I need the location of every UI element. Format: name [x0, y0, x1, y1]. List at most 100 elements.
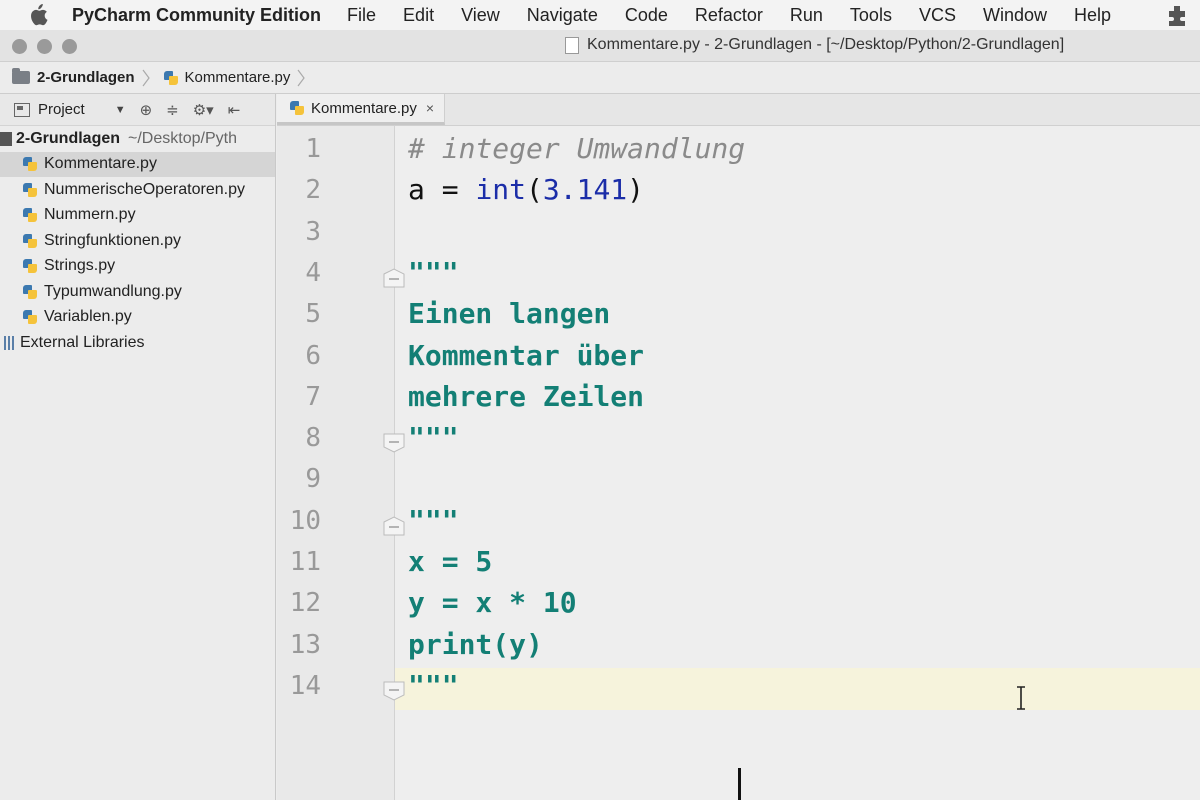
python-file-icon: [22, 233, 38, 249]
project-icon: [14, 102, 30, 117]
code-line: print(y): [408, 628, 543, 661]
file-tree-item[interactable]: NummerischeOperatoren.py: [0, 177, 275, 203]
line-number: 12: [289, 588, 321, 619]
file-tree-item[interactable]: Strings.py: [0, 254, 275, 280]
breadcrumb-project[interactable]: 2-Grundlagen: [0, 62, 141, 93]
file-tree-item[interactable]: Nummern.py: [0, 203, 275, 229]
menu-edit[interactable]: Edit: [403, 5, 434, 26]
line-number: 6: [305, 340, 321, 371]
line-number: 13: [289, 629, 321, 660]
fold-toggle-icon[interactable]: [383, 516, 405, 536]
editor-area: Kommentare.py × 1 2 3 4 5 6 7 8 9 10 11 12 13 14 # in…: [277, 94, 1200, 800]
code-line: x = 5: [408, 545, 492, 578]
ibeam-cursor-icon: [1017, 686, 1025, 710]
line-number: 14: [289, 670, 321, 701]
code-line: """: [408, 504, 459, 537]
menu-run[interactable]: Run: [790, 5, 823, 26]
menu-tools[interactable]: Tools: [850, 5, 892, 26]
python-file-icon: [22, 258, 38, 274]
line-number-gutter[interactable]: 1 2 3 4 5 6 7 8 9 10 11 12 13 14: [277, 126, 405, 800]
apple-icon[interactable]: [28, 4, 50, 26]
fold-toggle-icon[interactable]: [383, 433, 405, 453]
file-name: Kommentare.py: [44, 155, 157, 173]
python-file-icon: [22, 207, 38, 223]
python-file-icon: [22, 182, 38, 198]
editor-tabs: Kommentare.py ×: [277, 94, 1200, 126]
code-token: Einen langen: [408, 297, 611, 331]
close-icon[interactable]: ×: [426, 100, 434, 116]
line-number: 9: [305, 464, 321, 495]
gear-icon[interactable]: ⚙▾: [193, 101, 214, 119]
menu-bar: PyCharm Community Edition File Edit View…: [0, 0, 1200, 30]
menu-refactor[interactable]: Refactor: [695, 5, 763, 26]
code-line: Kommentar über: [408, 339, 644, 372]
line-number: 1: [305, 134, 321, 164]
folder-icon: [12, 68, 30, 84]
fold-toggle-icon[interactable]: [383, 268, 405, 288]
menu-code[interactable]: Code: [625, 5, 668, 26]
file-tree-item[interactable]: Variablen.py: [0, 305, 275, 331]
zoom-window-button[interactable]: [62, 39, 77, 54]
tab-label: Kommentare.py: [311, 99, 417, 117]
project-tool-window: Project ▼ ⊕ ≑ ⚙▾ ⇤ 2-Grundlagen ~/Deskto…: [0, 94, 276, 800]
project-root-name: 2-Grundlagen: [16, 129, 121, 147]
text-caret: [738, 768, 741, 800]
minimize-window-button[interactable]: [37, 39, 52, 54]
menu-navigate[interactable]: Navigate: [527, 5, 598, 26]
menu-window[interactable]: Window: [983, 5, 1047, 26]
menu-help[interactable]: Help: [1074, 5, 1111, 26]
code-token: Kommentar über: [408, 338, 645, 372]
file-icon: [565, 36, 579, 54]
window-title-text: Kommentare.py - 2-Grundlagen - [~/Deskto…: [587, 36, 1065, 53]
code-line: Einen langen: [408, 297, 610, 330]
code-token: """: [408, 421, 459, 455]
code-editor[interactable]: # integer Umwandlung a = int(3.141) """ Ein…: [408, 126, 1200, 800]
locate-file-icon[interactable]: ⊕: [140, 101, 153, 119]
window-title: Kommentare.py - 2-Grundlagen - [~/Deskto…: [565, 36, 1064, 54]
chevron-down-icon[interactable]: ▼: [115, 104, 126, 116]
external-libraries-label: External Libraries: [20, 333, 145, 351]
line-number: 5: [305, 299, 321, 330]
file-tree-item[interactable]: Kommentare.py: [0, 151, 275, 177]
file-name: Nummern.py: [44, 206, 136, 224]
window-title-bar: Kommentare.py - 2-Grundlagen - [~/Deskto…: [0, 30, 1200, 62]
breadcrumb-file-label: Kommentare.py: [184, 69, 291, 86]
close-window-button[interactable]: [12, 39, 27, 54]
file-list: Kommentare.py NummerischeOperatoren.py Num…: [0, 151, 275, 331]
file-tree-item[interactable]: Typumwandlung.py: [0, 279, 275, 305]
menu-file[interactable]: File: [347, 5, 376, 26]
breadcrumb-project-label: 2-Grundlagen: [37, 69, 135, 86]
library-icon: [4, 335, 16, 350]
external-libraries[interactable]: External Libraries: [0, 330, 275, 356]
code-token: a =: [408, 173, 476, 207]
line-number: 11: [289, 547, 321, 577]
line-number: 4: [305, 257, 321, 288]
collapse-all-icon[interactable]: ≑: [166, 101, 179, 119]
code-line: a = int(3.141): [408, 173, 644, 206]
file-tree-item[interactable]: Stringfunktionen.py: [0, 228, 275, 254]
app-name-menu[interactable]: PyCharm Community Edition: [72, 5, 321, 26]
hide-panel-icon[interactable]: ⇤: [228, 101, 241, 119]
breadcrumb-file[interactable]: Kommentare.py: [151, 62, 297, 93]
line-number: 7: [305, 381, 321, 412]
code-token: (: [526, 173, 543, 207]
code-line: # integer Umwandlung: [408, 132, 745, 165]
project-root[interactable]: 2-Grundlagen ~/Desktop/Pyth: [0, 126, 275, 152]
python-file-icon: [22, 284, 38, 300]
code-token: y = x * 10: [408, 586, 577, 620]
menu-view[interactable]: View: [461, 5, 500, 26]
code-token: # integer Umwandlung: [408, 132, 746, 165]
tab-kommentare[interactable]: Kommentare.py ×: [277, 94, 446, 125]
fold-toggle-icon[interactable]: [383, 681, 405, 701]
menu-vcs[interactable]: VCS: [919, 5, 956, 26]
puzzle-plugin-icon[interactable]: [1166, 5, 1188, 27]
code-line: """: [408, 421, 459, 454]
code-token: print(y): [408, 627, 543, 661]
code-line: y = x * 10: [408, 586, 577, 619]
code-token: 3.141: [542, 173, 628, 207]
project-view-selector[interactable]: Project: [38, 101, 85, 118]
line-number: 2: [305, 175, 321, 206]
file-name: NummerischeOperatoren.py: [44, 180, 245, 198]
code-token: x = 5: [408, 545, 493, 578]
breadcrumb: 2-Grundlagen Kommentare.py: [0, 62, 1200, 94]
